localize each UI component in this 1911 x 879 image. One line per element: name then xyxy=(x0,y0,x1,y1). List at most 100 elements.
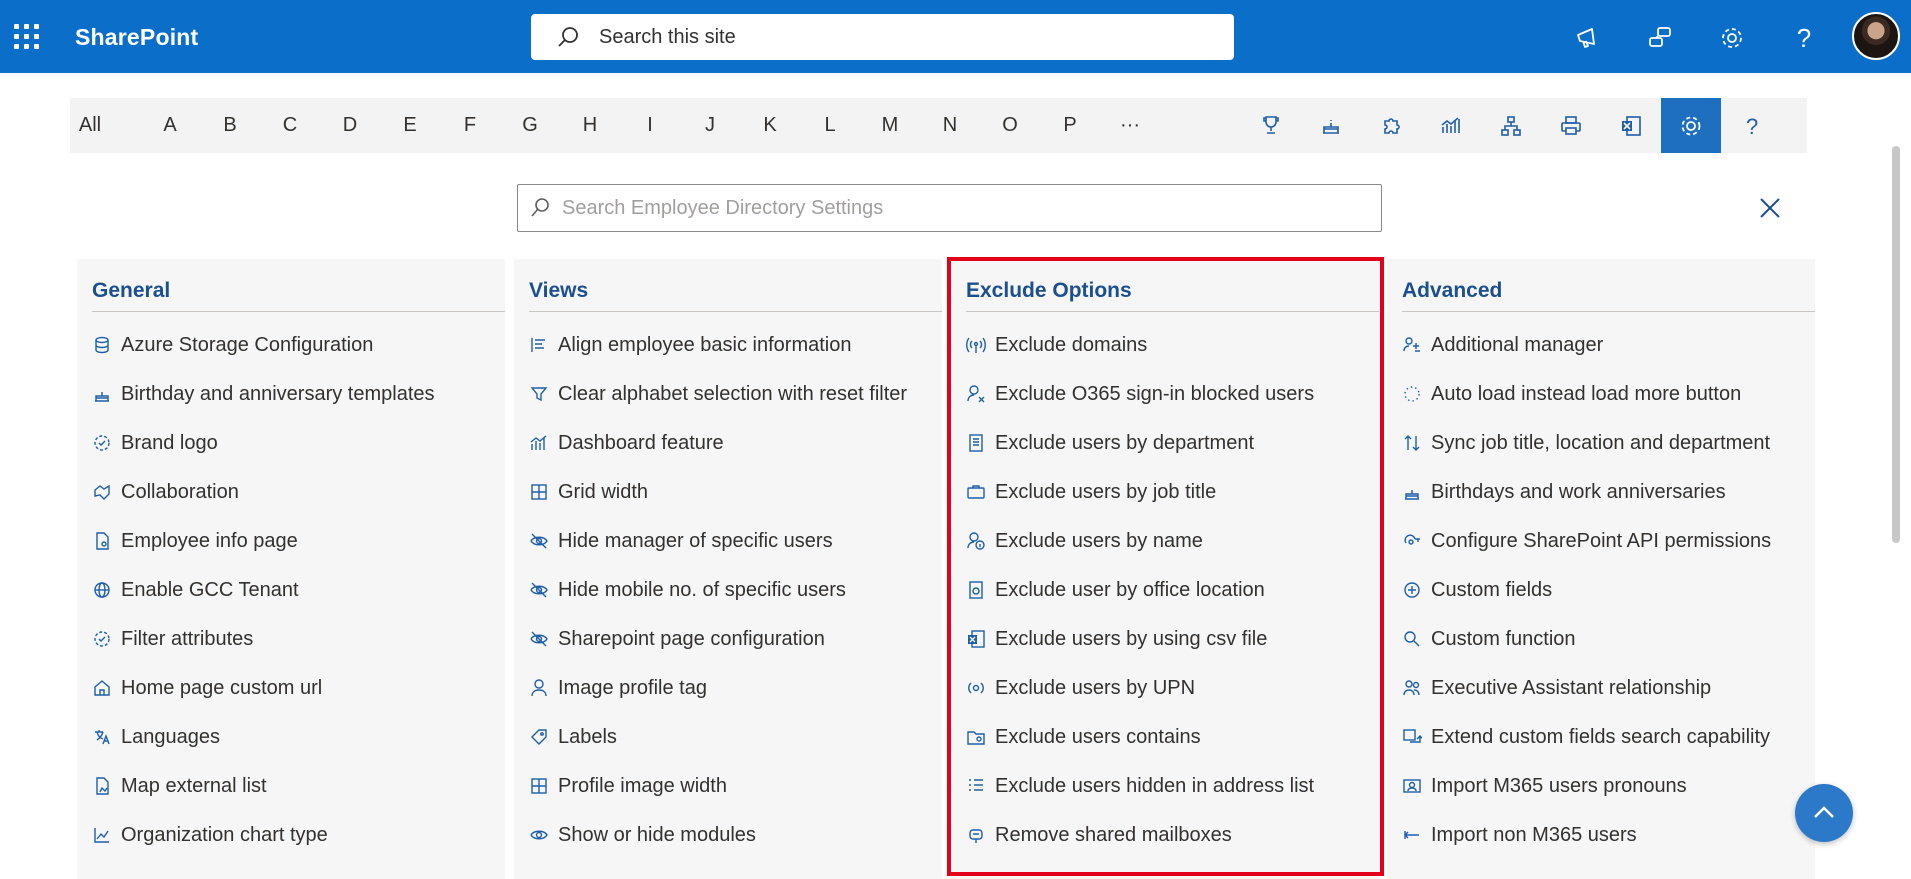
puzzle-icon[interactable] xyxy=(1361,98,1421,153)
settings-item[interactable]: Remove shared mailboxes xyxy=(966,820,1232,850)
settings-item[interactable]: Exclude user by office location xyxy=(966,575,1265,605)
chat-icon[interactable] xyxy=(1640,18,1680,58)
alphabet-toolbar: All A B C D E F G H I J K L M N O P ··· ? xyxy=(70,98,1807,153)
help-icon[interactable]: ? xyxy=(1721,98,1781,153)
settings-item[interactable]: Executive Assistant relationship xyxy=(1402,673,1711,703)
letter-h[interactable]: H xyxy=(570,98,610,153)
settings-item[interactable]: Align employee basic information xyxy=(529,330,852,360)
globe-icon xyxy=(92,580,112,600)
chart-icon[interactable] xyxy=(1421,98,1481,153)
settings-item[interactable]: Exclude domains xyxy=(966,330,1147,360)
settings-item-label: Azure Storage Configuration xyxy=(121,333,374,356)
settings-item[interactable]: Organization chart type xyxy=(92,820,328,850)
settings-item[interactable]: Filter attributes xyxy=(92,624,253,654)
settings-search-input[interactable]: Search Employee Directory Settings xyxy=(517,184,1382,232)
settings-item[interactable]: Map external list xyxy=(92,771,267,801)
settings-item[interactable]: Profile image width xyxy=(529,771,727,801)
letter-d[interactable]: D xyxy=(330,98,370,153)
print-icon[interactable] xyxy=(1541,98,1601,153)
settings-item[interactable]: Import M365 users pronouns xyxy=(1402,771,1687,801)
settings-item[interactable]: Hide manager of specific users xyxy=(529,526,833,556)
document-person-icon xyxy=(92,531,112,551)
settings-item-label: Employee info page xyxy=(121,529,298,552)
letter-i[interactable]: I xyxy=(630,98,670,153)
settings-item[interactable]: Custom fields xyxy=(1402,575,1552,605)
scroll-to-top-button[interactable] xyxy=(1795,784,1853,842)
settings-item[interactable]: Exclude users contains xyxy=(966,722,1201,752)
letter-j[interactable]: J xyxy=(690,98,730,153)
letter-b[interactable]: B xyxy=(210,98,250,153)
letter-m[interactable]: M xyxy=(870,98,910,153)
settings-item[interactable]: Enable GCC Tenant xyxy=(92,575,299,605)
settings-item[interactable]: Exclude users by using csv file xyxy=(966,624,1267,654)
chart-area-icon xyxy=(92,825,112,845)
letter-f[interactable]: F xyxy=(450,98,490,153)
settings-item[interactable]: Configure SharePoint API permissions xyxy=(1402,526,1771,556)
letter-g[interactable]: G xyxy=(510,98,550,153)
bar-chart-icon xyxy=(529,433,549,453)
settings-item[interactable]: Exclude users by job title xyxy=(966,477,1216,507)
avatar[interactable] xyxy=(1852,12,1900,60)
brand-title[interactable]: SharePoint xyxy=(75,24,198,51)
list-icon xyxy=(966,776,986,796)
settings-item[interactable]: Clear alphabet selection with reset filt… xyxy=(529,379,907,409)
filter-icon xyxy=(529,384,549,404)
settings-icon[interactable] xyxy=(1661,98,1721,153)
close-icon[interactable] xyxy=(1754,192,1786,224)
folder-person-icon xyxy=(966,727,986,747)
settings-item[interactable]: Import non M365 users xyxy=(1402,820,1637,850)
settings-item[interactable]: Exclude users hidden in address list xyxy=(966,771,1314,801)
letter-c[interactable]: C xyxy=(270,98,310,153)
settings-item[interactable]: Show or hide modules xyxy=(529,820,756,850)
cake-icon[interactable] xyxy=(1301,98,1361,153)
settings-item[interactable]: Hide mobile no. of specific users xyxy=(529,575,846,605)
settings-item[interactable]: Azure Storage Configuration xyxy=(92,330,373,360)
letter-e[interactable]: E xyxy=(390,98,430,153)
settings-item[interactable]: Extend custom fields search capability xyxy=(1402,722,1770,752)
settings-item-label: Grid width xyxy=(558,480,649,503)
scrollbar[interactable] xyxy=(1892,146,1900,543)
letter-k[interactable]: K xyxy=(750,98,790,153)
app-launcher-icon[interactable] xyxy=(14,24,40,50)
settings-item[interactable]: Labels xyxy=(529,722,617,752)
settings-item-label: Collaboration xyxy=(121,480,239,503)
settings-item[interactable]: Auto load instead load more button xyxy=(1402,379,1741,409)
settings-column-general: General Azure Storage Configuration Birth… xyxy=(77,259,505,879)
letter-p[interactable]: P xyxy=(1050,98,1090,153)
settings-item[interactable]: Employee info page xyxy=(92,526,298,556)
settings-item[interactable]: Grid width xyxy=(529,477,648,507)
help-icon[interactable]: ? xyxy=(1784,18,1824,58)
settings-item-label: Exclude users by UPN xyxy=(995,676,1196,699)
settings-item[interactable]: Languages xyxy=(92,722,220,752)
letter-l[interactable]: L xyxy=(810,98,850,153)
settings-item[interactable]: Sync job title, location and department xyxy=(1402,428,1770,458)
settings-item[interactable]: Birthday and anniversary templates xyxy=(92,379,435,409)
more-letters-button[interactable]: ··· xyxy=(1110,98,1150,153)
settings-item[interactable]: Image profile tag xyxy=(529,673,707,703)
letter-o[interactable]: O xyxy=(990,98,1030,153)
letter-n[interactable]: N xyxy=(930,98,970,153)
site-search-box[interactable]: Search this site xyxy=(531,14,1234,60)
settings-item[interactable]: Home page custom url xyxy=(92,673,322,703)
settings-item[interactable]: Collaboration xyxy=(92,477,239,507)
settings-item[interactable]: Exclude users by UPN xyxy=(966,673,1195,703)
settings-item-label: Executive Assistant relationship xyxy=(1431,676,1712,699)
megaphone-icon[interactable] xyxy=(1568,18,1608,58)
settings-item[interactable]: Sharepoint page configuration xyxy=(529,624,825,654)
settings-item[interactable]: Dashboard feature xyxy=(529,428,724,458)
excel-icon xyxy=(966,629,986,649)
settings-item[interactable]: Custom function xyxy=(1402,624,1576,654)
settings-item[interactable]: Birthdays and work anniversaries xyxy=(1402,477,1726,507)
org-chart-icon[interactable] xyxy=(1481,98,1541,153)
settings-item[interactable]: Brand logo xyxy=(92,428,218,458)
settings-item[interactable]: Exclude users by department xyxy=(966,428,1254,458)
letter-all[interactable]: All xyxy=(70,98,110,153)
settings-item[interactable]: Exclude O365 sign-in blocked users xyxy=(966,379,1314,409)
letter-a[interactable]: A xyxy=(150,98,190,153)
home-icon xyxy=(92,678,112,698)
settings-item[interactable]: Additional manager xyxy=(1402,330,1603,360)
settings-item[interactable]: Exclude users by name xyxy=(966,526,1203,556)
excel-icon[interactable] xyxy=(1601,98,1661,153)
trophy-icon[interactable] xyxy=(1241,98,1301,153)
settings-gear-icon[interactable] xyxy=(1712,18,1752,58)
